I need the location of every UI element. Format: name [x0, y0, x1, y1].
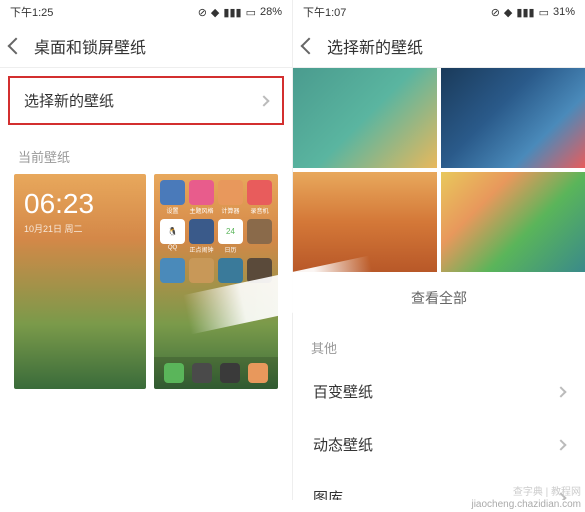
other-section-label: 其他 — [293, 324, 585, 365]
lock-time: 06:23 — [24, 188, 136, 220]
view-all-button[interactable]: 查看全部 — [293, 272, 585, 324]
app-icon: 录音机 — [247, 180, 272, 215]
wallpaper-thumb[interactable] — [441, 172, 585, 272]
signal-icon: ▮▮▮ — [516, 6, 534, 19]
wallpaper-thumb[interactable] — [293, 68, 437, 168]
list-item-label: 动态壁纸 — [313, 434, 373, 455]
list-item-label: 百变壁纸 — [313, 381, 373, 402]
select-new-label: 选择新的壁纸 — [24, 90, 114, 111]
current-wallpaper-label: 当前壁纸 — [0, 133, 292, 174]
page-title: 桌面和锁屏壁纸 — [34, 34, 146, 58]
watermark-url: jiaocheng.chazidian.com — [471, 499, 581, 510]
list-item-label: 图库 — [313, 487, 343, 500]
status-indicators: ⊘ ◆ ▮▮▮ ▭ 31% — [491, 6, 575, 19]
list-item[interactable]: 动态壁纸 — [293, 418, 585, 471]
wallpaper-grid — [293, 68, 585, 272]
mute-icon: ⊘ — [491, 6, 500, 19]
status-time: 下午1:07 — [303, 4, 346, 20]
dock-icon — [192, 363, 212, 383]
page-title: 选择新的壁纸 — [327, 34, 423, 58]
back-icon[interactable] — [301, 37, 318, 54]
battery-icon: ▭ — [539, 6, 549, 19]
app-icon: 24日历 — [218, 219, 243, 254]
select-new-wallpaper-row[interactable]: 选择新的壁纸 — [8, 76, 284, 125]
app-icon: 设置 — [160, 180, 185, 215]
app-icon — [160, 258, 185, 284]
status-time: 下午1:25 — [10, 4, 53, 20]
chevron-right-icon — [258, 95, 269, 106]
other-sources-list: 百变壁纸动态壁纸图库文件管理 — [293, 365, 585, 500]
screen-wallpaper-settings: 下午1:25 ⊘ ◆ ▮▮▮ ▭ 28% 桌面和锁屏壁纸 选择新的壁纸 当前壁纸… — [0, 0, 293, 500]
app-icon: 主题风格 — [189, 180, 214, 215]
dock — [154, 357, 278, 389]
app-icon: 正点闹钟 — [189, 219, 214, 254]
wallpaper-thumb[interactable] — [441, 68, 585, 168]
homescreen-preview[interactable]: 设置主题风格计算器录音机 🐧QQ正点闹钟24日历 — [154, 174, 278, 389]
back-icon[interactable] — [8, 37, 25, 54]
wallpaper-thumb[interactable] — [293, 172, 437, 272]
status-bar: 下午1:07 ⊘ ◆ ▮▮▮ ▭ 31% — [293, 0, 585, 24]
app-grid: 设置主题风格计算器录音机 🐧QQ正点闹钟24日历 — [160, 180, 272, 284]
chevron-right-icon — [555, 386, 566, 397]
app-icon — [189, 258, 214, 284]
wifi-icon: ◆ — [504, 6, 512, 19]
app-icon — [218, 258, 243, 284]
lockscreen-preview[interactable]: 06:23 10月21日 周二 — [14, 174, 146, 389]
wallpaper-previews: 06:23 10月21日 周二 设置主题风格计算器录音机 🐧QQ正点闹钟24日历 — [0, 174, 292, 389]
status-indicators: ⊘ ◆ ▮▮▮ ▭ 28% — [198, 6, 282, 19]
screen-select-wallpaper: 下午1:07 ⊘ ◆ ▮▮▮ ▭ 31% 选择新的壁纸 查看全部 其他 百变壁纸… — [293, 0, 585, 500]
watermark-text: 查字典 | 教程网 — [513, 483, 581, 498]
header: 选择新的壁纸 — [293, 24, 585, 68]
header: 桌面和锁屏壁纸 — [0, 24, 292, 68]
app-icon: 计算器 — [218, 180, 243, 215]
battery-percent: 31% — [553, 6, 575, 18]
signal-icon: ▮▮▮ — [223, 6, 241, 19]
battery-icon: ▭ — [246, 6, 256, 19]
list-item[interactable]: 百变壁纸 — [293, 365, 585, 418]
lock-date: 10月21日 周二 — [24, 222, 136, 235]
chevron-right-icon — [555, 439, 566, 450]
battery-percent: 28% — [260, 6, 282, 18]
dock-icon — [248, 363, 268, 383]
dock-icon — [164, 363, 184, 383]
app-icon — [247, 219, 272, 254]
wifi-icon: ◆ — [211, 6, 219, 19]
mute-icon: ⊘ — [198, 6, 207, 19]
app-icon — [247, 258, 272, 284]
status-bar: 下午1:25 ⊘ ◆ ▮▮▮ ▭ 28% — [0, 0, 292, 24]
app-icon: 🐧QQ — [160, 219, 185, 254]
dock-icon — [220, 363, 240, 383]
